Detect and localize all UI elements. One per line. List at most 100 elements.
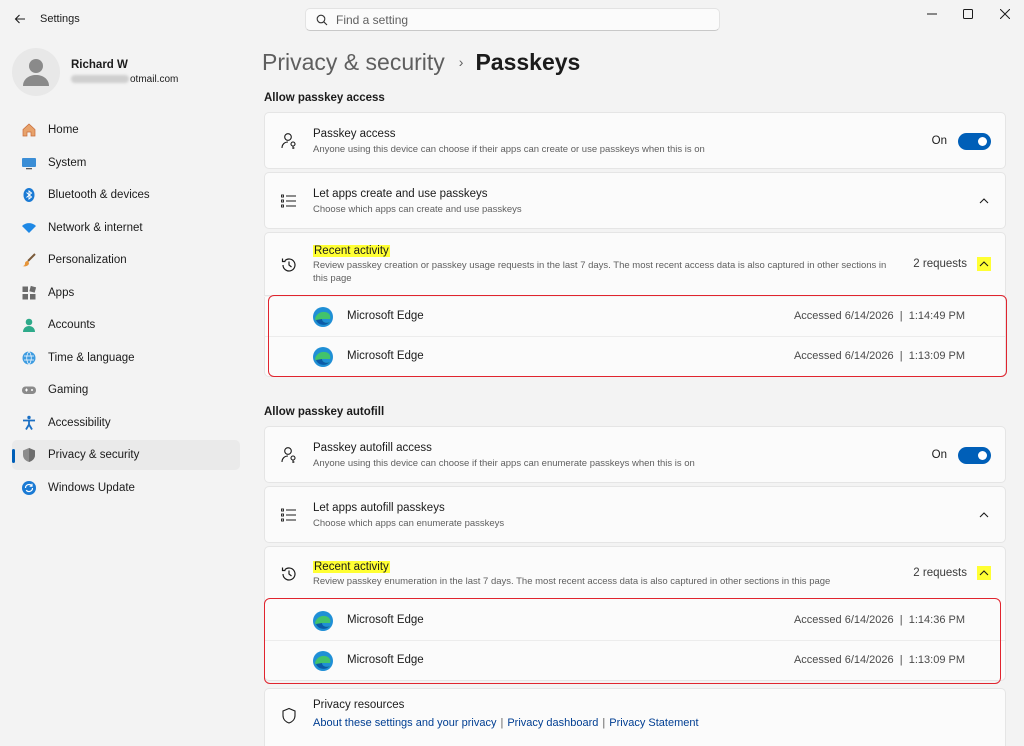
sidebar-item-personalization[interactable]: Personalization <box>12 245 240 275</box>
passkey-autofill-desc: Anyone using this device can choose if t… <box>313 458 695 469</box>
activity-row: Microsoft Edge Accessed 6/14/2026 | 1:14… <box>264 601 1006 641</box>
sidebar-item-system[interactable]: System <box>12 148 240 178</box>
section-title-passkey-access: Allow passkey access <box>264 92 385 104</box>
sidebar-item-label: Accounts <box>48 319 96 331</box>
link-privacy-statement[interactable]: Privacy Statement <box>609 717 698 729</box>
sidebar-item-privacy-security[interactable]: Privacy & security <box>12 440 240 470</box>
sidebar-item-label: Network & internet <box>48 221 143 234</box>
app-name: Microsoft Edge <box>347 350 424 362</box>
recent-activity-autofill-desc: Review passkey enumeration in the last 7… <box>313 576 831 587</box>
accessed-time: Accessed 6/14/2026 | 1:14:36 PM <box>793 614 965 626</box>
close-button[interactable] <box>990 4 1020 24</box>
microsoft-edge-icon <box>312 346 334 371</box>
app-name: Microsoft Edge <box>347 310 424 322</box>
back-button[interactable] <box>10 9 30 29</box>
section-title-passkey-autofill: Allow passkey autofill <box>264 406 385 418</box>
title-bar: Settings <box>0 0 1024 38</box>
accessed-time: Accessed 6/14/2026 | 1:13:09 PM <box>793 654 965 666</box>
sidebar-item-label: Home <box>48 124 79 136</box>
accessed-time: Accessed 6/14/2026 | 1:14:49 PM <box>793 310 965 322</box>
sidebar-item-apps[interactable]: Apps <box>12 278 240 308</box>
link-privacy-dashboard[interactable]: Privacy dashboard <box>507 717 598 729</box>
search-icon <box>316 14 328 25</box>
arrow-left-icon <box>14 14 25 24</box>
apps-icon <box>20 284 38 302</box>
request-count: 2 requests <box>913 258 967 270</box>
user-profile[interactable]: Richard W otmail.com <box>12 48 232 98</box>
key-person-icon <box>279 445 299 465</box>
passkey-access-toggle[interactable] <box>958 133 991 150</box>
minimize-icon <box>927 13 937 15</box>
accounts-icon <box>20 316 38 334</box>
let-apps-autofill-title: Let apps autofill passkeys <box>313 502 445 514</box>
sidebar-item-label: System <box>48 156 87 169</box>
sidebar-item-home[interactable]: Home <box>12 115 240 145</box>
recent-activity-access-desc: Review passkey creation or passkey usage… <box>313 260 887 284</box>
let-apps-create-desc: Choose which apps can create and use pas… <box>313 204 522 215</box>
link-separator: | <box>500 717 504 729</box>
accessibility-icon <box>20 414 38 432</box>
list-icon <box>279 191 299 211</box>
sidebar-item-windows-update[interactable]: Windows Update <box>12 473 240 503</box>
avatar <box>12 48 60 96</box>
activity-row: Microsoft Edge Accessed 6/14/2026 | 1:14… <box>264 297 1006 337</box>
privacy-resources-card: Privacy resources About these settings a… <box>264 688 1006 746</box>
breadcrumb-separator: › <box>458 54 464 70</box>
chevron-up-icon[interactable] <box>977 566 991 580</box>
passkey-autofill-card: Passkey autofill access Anyone using thi… <box>264 426 1006 483</box>
history-icon <box>279 564 299 584</box>
sidebar-item-label: Gaming <box>48 384 89 396</box>
maximize-icon <box>963 9 973 19</box>
sidebar-item-gaming[interactable]: Gaming <box>12 375 240 405</box>
sidebar-item-time-language[interactable]: Time & language <box>12 343 240 373</box>
sidebar-nav: Home System Bluetooth & devices Network … <box>12 115 240 505</box>
history-icon <box>279 255 299 275</box>
recent-activity-access-card[interactable]: Recent activity Review passkey creation … <box>264 232 1006 296</box>
accessed-time: Accessed 6/14/2026 | 1:13:09 PM <box>793 350 965 362</box>
recent-activity-autofill-card[interactable]: Recent activity Review passkey enumerati… <box>264 546 1006 602</box>
link-about-settings[interactable]: About these settings and your privacy <box>313 717 496 729</box>
passkey-access-desc: Anyone using this device can choose if t… <box>313 144 705 155</box>
minimize-button[interactable] <box>917 4 947 24</box>
sidebar-item-label: Time & language <box>48 351 135 364</box>
chevron-up-icon[interactable] <box>977 194 991 208</box>
user-avatar-icon <box>23 59 49 86</box>
redacted-email-blur <box>71 75 129 84</box>
passkey-autofill-title: Passkey autofill access <box>313 442 432 454</box>
page-title: Passkeys <box>475 48 581 75</box>
highlighted-text: Recent activity <box>313 561 390 573</box>
sidebar-item-label: Apps <box>48 286 75 299</box>
link-separator: | <box>602 717 606 729</box>
sidebar-item-accounts[interactable]: Accounts <box>12 310 240 340</box>
sidebar-item-network[interactable]: Network & internet <box>12 213 240 243</box>
privacy-resources-title: Privacy resources <box>313 699 405 711</box>
sidebar-item-accessibility[interactable]: Accessibility <box>12 408 240 438</box>
let-apps-autofill-desc: Choose which apps can enumerate passkeys <box>313 518 505 529</box>
let-apps-autofill-card[interactable]: Let apps autofill passkeys Choose which … <box>264 486 1006 543</box>
sidebar-item-label: Privacy & security <box>48 449 140 461</box>
let-apps-create-card[interactable]: Let apps create and use passkeys Choose … <box>264 172 1006 229</box>
search-box[interactable] <box>305 8 720 31</box>
passkey-access-toggle-label: On <box>931 135 947 147</box>
breadcrumb-parent[interactable]: Privacy & security <box>262 49 445 76</box>
microsoft-edge-icon <box>312 610 334 635</box>
passkey-access-title: Passkey access <box>313 128 396 140</box>
passkey-access-card: Passkey access Anyone using this device … <box>264 112 1006 169</box>
activity-row: Microsoft Edge Accessed 6/14/2026 | 1:13… <box>264 337 1006 377</box>
sidebar-item-label: Windows Update <box>48 481 135 494</box>
passkey-autofill-toggle[interactable] <box>958 447 991 464</box>
maximize-button[interactable] <box>953 4 983 24</box>
breadcrumb: Privacy & security › Passkeys <box>262 46 580 78</box>
shield-outline-icon <box>279 706 299 726</box>
search-input[interactable] <box>336 12 696 27</box>
sidebar-item-label: Accessibility <box>48 416 111 429</box>
recent-activity-autofill-title: Recent activity <box>313 561 390 573</box>
sidebar-item-bluetooth[interactable]: Bluetooth & devices <box>12 180 240 210</box>
activity-row: Microsoft Edge Accessed 6/14/2026 | 1:13… <box>264 641 1006 681</box>
chevron-up-icon[interactable] <box>977 257 991 271</box>
privacy-resources-links: About these settings and your privacy | Pr… <box>313 717 973 730</box>
list-icon <box>279 505 299 525</box>
wifi-icon <box>20 219 38 237</box>
chevron-up-icon[interactable] <box>977 508 991 522</box>
app-name: Microsoft Edge <box>347 614 424 626</box>
